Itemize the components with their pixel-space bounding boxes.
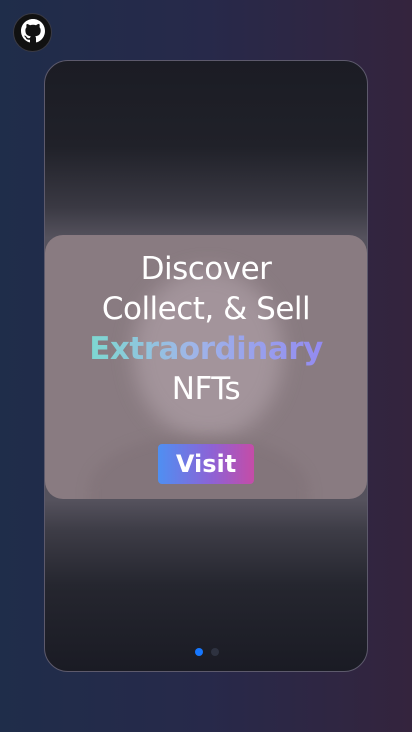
carousel-dot-1[interactable] [195, 648, 203, 656]
headline-line-discover: Discover [140, 251, 272, 287]
headline-highlight: Extraordinary [45, 329, 367, 369]
hero-overlay: Discover Collect, & Sell Extraordinary N… [45, 235, 367, 499]
github-icon [20, 18, 45, 47]
hero-card: Discover Collect, & Sell Extraordinary N… [44, 60, 368, 672]
carousel-dot-2[interactable] [211, 648, 219, 656]
headline-line-collect: Collect, & Sell [101, 291, 311, 327]
visit-button[interactable]: Visit [158, 444, 254, 484]
carousel-pagination [195, 648, 219, 656]
github-link[interactable] [13, 13, 52, 52]
hero-headline: Discover Collect, & Sell Extraordinary N… [45, 249, 367, 409]
headline-line-nfts: NFTs [171, 371, 241, 407]
